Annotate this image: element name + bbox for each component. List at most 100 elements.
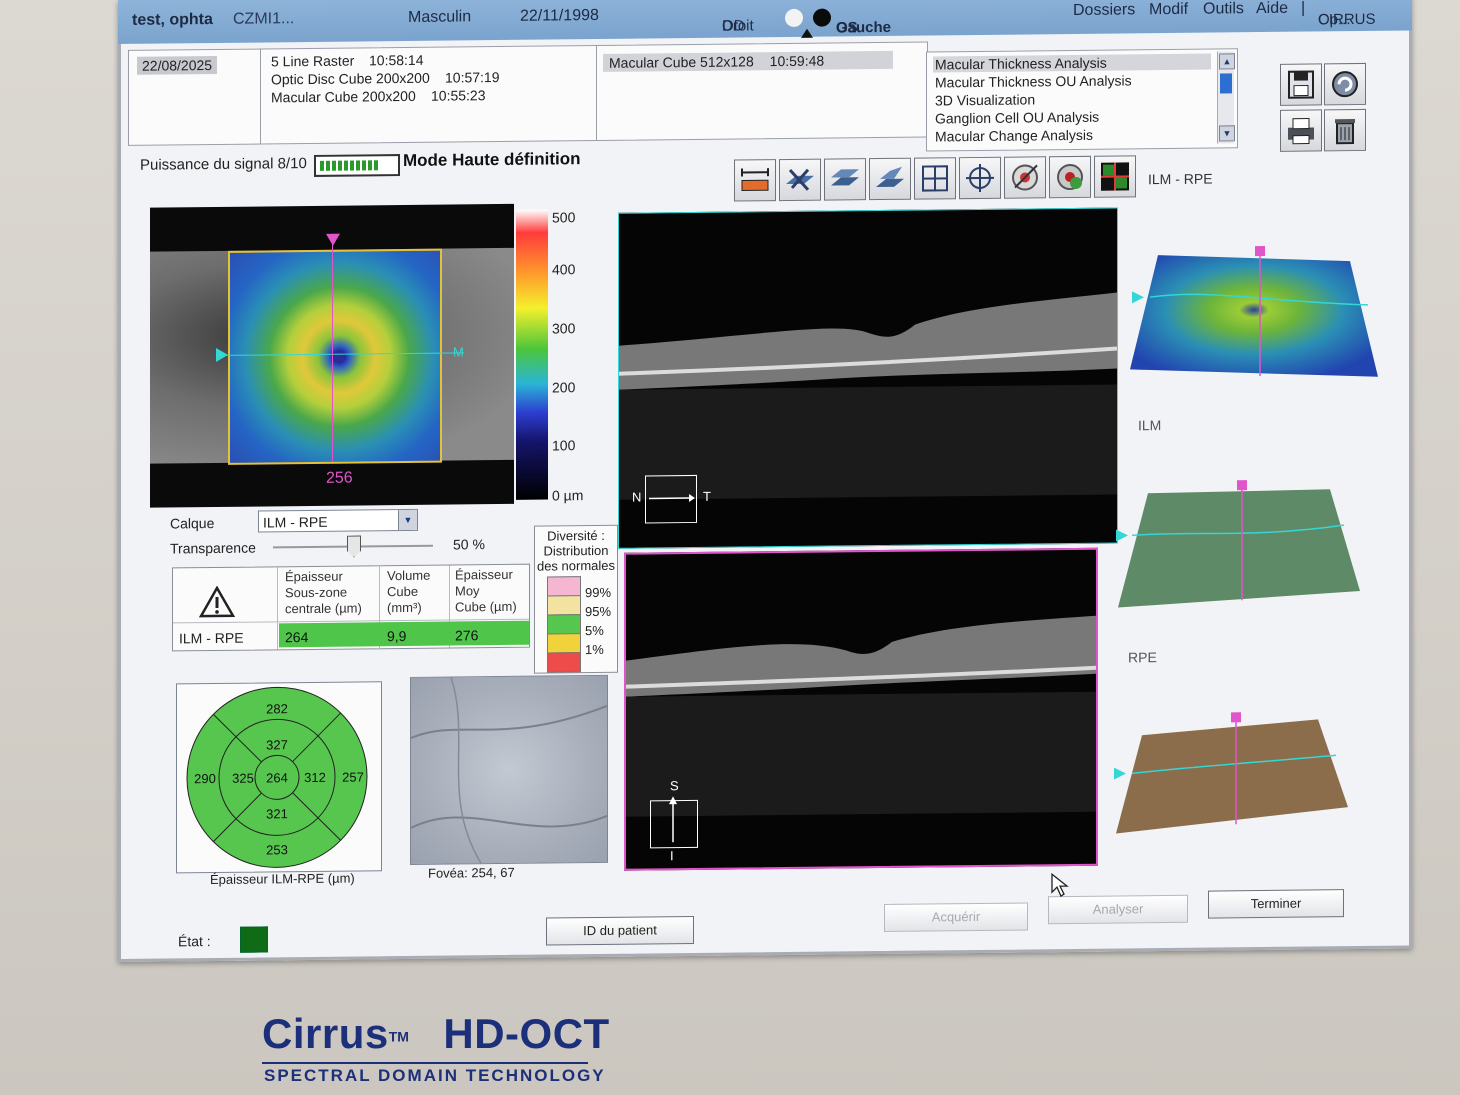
- undo-icon: [1332, 71, 1358, 98]
- status-label: État :: [178, 933, 211, 950]
- transparence-slider-thumb[interactable]: [347, 535, 361, 557]
- slice-position-value: 256: [326, 469, 353, 487]
- brand-trademark: TM: [388, 1028, 409, 1045]
- etdrs-caption: Épaisseur ILM-RPE (µm): [210, 870, 355, 888]
- calque-value: ILM - RPE: [263, 513, 328, 531]
- scroll-thumb[interactable]: [1220, 73, 1232, 94]
- scan-item[interactable]: 5 Line Raster 10:58:14: [271, 52, 424, 70]
- analysis-item-macular-thickness-ou[interactable]: Macular Thickness OU Analysis: [933, 72, 1211, 91]
- patient-id-button[interactable]: ID du patient: [546, 915, 694, 946]
- avg-thickness-value: 276: [455, 627, 479, 644]
- visit-date[interactable]: 22/08/2025: [137, 55, 218, 75]
- analysis-item-macular-thickness[interactable]: Macular Thickness Analysis: [933, 53, 1211, 73]
- menu-modif[interactable]: Modif: [1149, 1, 1188, 19]
- legend-label: 1%: [585, 641, 604, 658]
- mouse-cursor-icon: [1051, 872, 1069, 898]
- scan-name: 5 Line Raster: [271, 52, 355, 70]
- orientation-inferior: I: [670, 848, 674, 864]
- scan-time: 10:59:48: [769, 52, 825, 70]
- scan-name: Macular Cube 512x128: [609, 53, 754, 71]
- signal-strength-bar: [314, 154, 400, 177]
- header-central-thickness: Épaisseur Sous-zone centrale (µm): [285, 568, 362, 617]
- ilm-rpe-surface-3d[interactable]: [1128, 241, 1382, 384]
- horizontal-line-label: M: [453, 344, 464, 360]
- surfaces-title: ILM - RPE: [1148, 170, 1213, 188]
- eye-od-toggle[interactable]: [785, 8, 803, 28]
- print-button[interactable]: [1280, 109, 1322, 152]
- scan-item[interactable]: Optic Disc Cube 200x200 10:57:19: [271, 69, 500, 87]
- vertical-bscan[interactable]: S I: [624, 547, 1098, 871]
- grid-tool-button[interactable]: [914, 157, 956, 200]
- cube-volume-value: 9,9: [387, 627, 407, 645]
- save-button[interactable]: [1280, 63, 1322, 106]
- transparence-value: 50 %: [453, 536, 485, 553]
- scale-tick: 200: [552, 379, 576, 396]
- scale-tick: 400: [552, 261, 576, 278]
- fovea-caption: Fovéa: 254, 67: [428, 864, 515, 881]
- scroll-down-icon[interactable]: ▼: [1219, 125, 1235, 142]
- selected-scan-item[interactable]: Macular Cube 512x128 10:59:48: [603, 50, 893, 72]
- rpe-surface-3d[interactable]: [1112, 707, 1352, 844]
- chevron-down-icon[interactable]: ▼: [398, 509, 417, 531]
- acquire-button[interactable]: Acquérir: [884, 902, 1028, 932]
- finish-button[interactable]: Terminer: [1208, 889, 1344, 919]
- central-thickness-value: 264: [285, 629, 309, 646]
- scan-time: 10:58:14: [369, 51, 424, 69]
- measurements-table: Épaisseur Sous-zone centrale (µm) Volume…: [172, 563, 530, 652]
- scan-name: Macular Cube 200x200: [271, 87, 416, 106]
- fovea-fundus-image[interactable]: [410, 674, 608, 865]
- menu-separator: |: [1301, 0, 1306, 17]
- normals-distribution-legend: Diversité : Distribution des normales 99…: [534, 524, 618, 674]
- menu-outils[interactable]: Outils: [1203, 0, 1244, 18]
- split-view-icon: [1101, 162, 1129, 191]
- horizontal-line-marker-icon[interactable]: [216, 347, 228, 362]
- split-view-button[interactable]: [1094, 155, 1136, 198]
- analysis-list: Macular Thickness Analysis Macular Thick…: [926, 48, 1238, 152]
- scale-tick: 0 µm: [552, 487, 584, 504]
- status-indicator: [240, 926, 268, 953]
- fundus-overlay-button[interactable]: [1004, 156, 1046, 199]
- scan-item[interactable]: Macular Cube 200x200 10:55:23: [271, 87, 486, 106]
- slab-edit-button[interactable]: [869, 157, 911, 201]
- menu-dossiers[interactable]: Dossiers: [1073, 1, 1135, 20]
- brand-subtitle: SPECTRAL DOMAIN TECHNOLOGY: [264, 1066, 606, 1085]
- delete-button[interactable]: [1324, 108, 1366, 152]
- orientation-temporal: T: [703, 488, 711, 504]
- undo-button[interactable]: [1324, 62, 1366, 106]
- analysis-item-3d-visualization[interactable]: 3D Visualization: [933, 90, 1211, 109]
- vertical-scan-line[interactable]: [332, 235, 333, 462]
- vertical-line-marker-icon[interactable]: [326, 233, 340, 246]
- analysis-scrollbar[interactable]: ▲ ▼: [1217, 51, 1235, 144]
- patient-id: CZMI1...: [233, 10, 295, 28]
- scroll-up-icon[interactable]: ▲: [1219, 53, 1235, 70]
- grid-icon: [922, 165, 948, 192]
- etdrs-inferior-outer: 253: [266, 842, 288, 857]
- horizontal-bscan[interactable]: N T: [618, 207, 1118, 549]
- crosshair-icon: [966, 163, 994, 192]
- thickness-map-view[interactable]: M 256: [150, 203, 514, 508]
- calque-select[interactable]: ILM - RPE ▼: [258, 508, 418, 533]
- analyze-button[interactable]: Analyser: [1048, 894, 1188, 925]
- menu-cirrus-line2: Op...: [1318, 11, 1351, 29]
- legend-title-line: des normales: [536, 557, 616, 574]
- orientation-superior: S: [670, 778, 679, 794]
- layer-slab-button[interactable]: [824, 158, 866, 201]
- menu-aide[interactable]: Aide: [1256, 0, 1288, 18]
- eye-os-toggle[interactable]: [813, 8, 831, 27]
- retina-vessels-image: [410, 677, 608, 864]
- patient-sex: Masculin: [408, 8, 472, 26]
- rotate-view-button[interactable]: [1049, 155, 1091, 199]
- scale-tick: 100: [552, 437, 576, 454]
- analysis-item-ganglion-cell-ou[interactable]: Ganglion Cell OU Analysis: [933, 108, 1211, 127]
- crosshair-tool-button[interactable]: [959, 156, 1001, 200]
- ruler-tool-button[interactable]: [734, 159, 776, 202]
- etdrs-nasal-inner: 325: [232, 771, 254, 786]
- layer-slab-icon: [831, 169, 859, 186]
- ilm-surface-3d[interactable]: [1114, 475, 1368, 618]
- legend-label: 5%: [585, 622, 604, 639]
- scan-time: 10:55:23: [431, 87, 486, 104]
- legend-swatch: [547, 576, 581, 597]
- flatten-tool-button[interactable]: [779, 158, 821, 202]
- analysis-item-macular-change[interactable]: Macular Change Analysis: [933, 126, 1211, 145]
- eye-od-text: Droit: [722, 17, 754, 35]
